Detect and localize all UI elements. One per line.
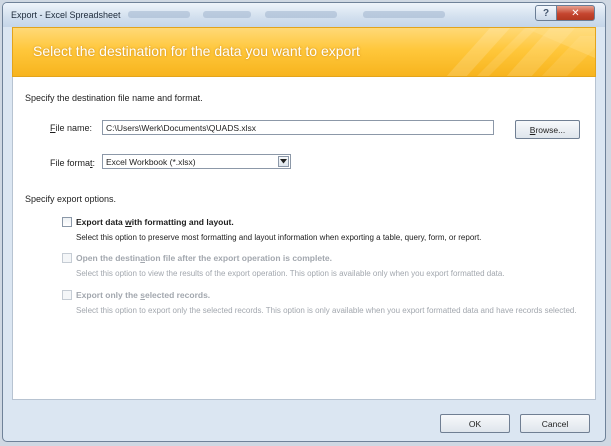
file-name-input[interactable]: C:\Users\Werk\Documents\QUADS.xlsx (102, 120, 494, 135)
help-button[interactable]: ? (535, 5, 557, 21)
open-after-export-option-description: Select this option to view the results o… (76, 269, 505, 278)
banner-heading: Select the destination for the data you … (33, 43, 360, 59)
close-button[interactable]: ✕ (557, 5, 595, 21)
background-window-title (128, 11, 190, 18)
selected-records-option-description: Select this option to export only the se… (76, 306, 577, 315)
cancel-button-label: Cancel (541, 418, 569, 429)
cancel-button[interactable]: Cancel (520, 414, 590, 433)
format-layout-checkbox[interactable] (62, 217, 72, 227)
format-layout-option-title: Export data with formatting and layout. (76, 217, 234, 227)
export-dialog: Export - Excel Spreadsheet ? ✕ Select th… (2, 2, 606, 442)
dialog-footer: OK Cancel (12, 400, 596, 440)
title-bar[interactable]: Export - Excel Spreadsheet ? ✕ (3, 3, 605, 27)
chevron-down-icon[interactable] (278, 156, 289, 167)
browse-button-label: Browse... (529, 124, 566, 135)
background-window-title (203, 11, 251, 18)
destination-section-label: Specify the destination file name and fo… (25, 93, 203, 103)
file-name-label: File name: (50, 123, 93, 133)
selected-records-option-title: Export only the selected records. (76, 290, 211, 300)
background-window-title (363, 11, 445, 18)
open-after-export-checkbox[interactable] (62, 253, 72, 263)
file-format-value: Excel Workbook (*.xlsx) (106, 157, 196, 167)
open-after-export-option-title: Open the destination file after the expo… (76, 253, 332, 263)
options-section-label: Specify export options. (25, 194, 117, 204)
dialog-body: Specify the destination file name and fo… (12, 77, 596, 400)
file-name-value: C:\Users\Werk\Documents\QUADS.xlsx (106, 123, 257, 133)
selected-records-checkbox[interactable] (62, 290, 72, 300)
close-icon: ✕ (571, 7, 580, 19)
window-title: Export - Excel Spreadsheet (11, 10, 121, 20)
header-banner: Select the destination for the data you … (12, 27, 596, 77)
file-format-select[interactable]: Excel Workbook (*.xlsx) (102, 154, 291, 169)
ok-button[interactable]: OK (440, 414, 510, 433)
file-format-label: File format: (50, 158, 96, 168)
browse-button[interactable]: Browse... (515, 120, 580, 139)
banner-decoration (446, 28, 595, 76)
ok-button-label: OK (468, 418, 482, 429)
window-controls: ? ✕ (535, 5, 595, 22)
background-window-title (265, 11, 337, 18)
help-icon: ? (542, 7, 550, 19)
format-layout-option-description: Select this option to preserve most form… (76, 233, 482, 242)
